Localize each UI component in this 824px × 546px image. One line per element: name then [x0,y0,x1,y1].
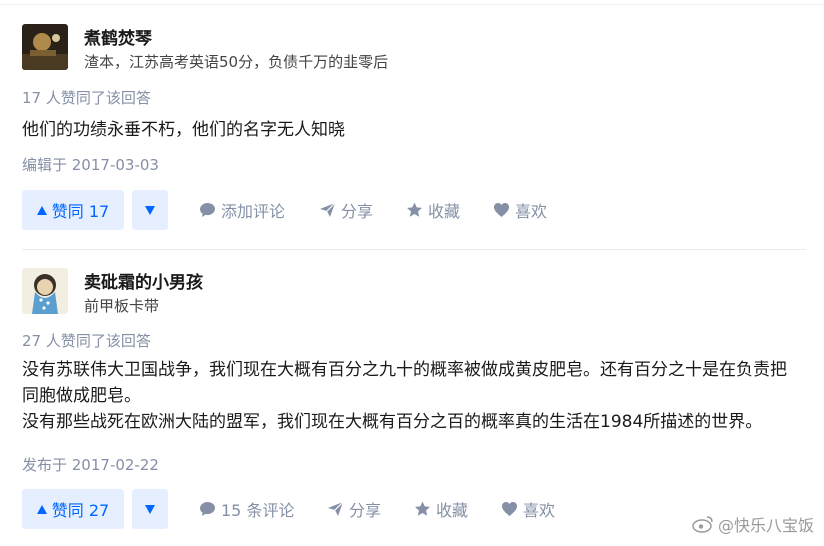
star-icon [406,202,423,218]
like-button[interactable]: 喜欢 [501,489,555,529]
author-name[interactable]: 卖砒霜的小男孩 [84,268,203,293]
heart-icon [501,501,518,517]
share-label: 分享 [341,202,374,221]
avatar[interactable] [22,24,68,70]
like-label: 喜欢 [515,202,548,221]
author-info: 煮鹤焚琴 渣本，江苏高考英语50分，负债千万的韭零后 [22,24,522,72]
share-button[interactable]: 分享 [319,190,373,230]
answer-content: 他们的功绩永垂不朽，他们的名字无人知晓 [22,117,802,143]
vote-down-button[interactable] [132,190,168,230]
share-button[interactable]: 分享 [327,489,381,529]
vote-down-button[interactable] [132,489,168,529]
paper-plane-icon [327,501,344,517]
watermark-text: @快乐八宝饭 [717,516,814,535]
vote-up-label: 赞同 17 [51,202,110,221]
answer-date[interactable]: 编辑于 2017-03-03 [22,154,159,175]
content-paragraph: 没有苏联伟大卫国战争，我们现在大概有百分之九十的概率被做成黄皮肥皂。还有百分之十… [22,360,787,406]
vote-up-button[interactable]: 赞同 27 [22,489,124,529]
vote-up-label: 赞同 27 [51,501,110,520]
weibo-icon [692,515,714,533]
watermark: @快乐八宝饭 [692,512,814,536]
author-name[interactable]: 煮鹤焚琴 [84,24,152,49]
heart-icon [493,202,510,218]
author-bio: 前甲板卡带 [84,297,160,315]
like-label: 喜欢 [523,501,556,520]
content-paragraph: 没有那些战死在欧洲大陆的盟军，我们现在大概有百分之百的概率真的生活在1984所描… [22,412,763,432]
share-label: 分享 [349,501,382,520]
collect-button[interactable]: 收藏 [414,489,468,529]
collect-label: 收藏 [428,202,461,221]
content-paragraph: 他们的功绩永垂不朽，他们的名字无人知晓 [22,120,345,140]
comment-button[interactable]: 添加评论 [199,190,285,230]
like-button[interactable]: 喜欢 [493,190,547,230]
author-info: 卖砒霜的小男孩 前甲板卡带 [22,268,522,316]
comment-button[interactable]: 15 条评论 [199,489,294,529]
collect-label: 收藏 [436,501,469,520]
vote-count-text[interactable]: 17 人赞同了该回答 [22,87,151,108]
avatar[interactable] [22,268,68,314]
triangle-up-icon [36,504,47,514]
answer-divider [22,249,806,250]
comment-icon [199,501,216,517]
action-bar: 赞同 17 添加评论 分享 收藏 喜欢 [22,190,812,230]
star-icon [414,501,431,517]
triangle-down-icon [145,205,155,215]
triangle-up-icon [36,205,47,215]
answer-date[interactable]: 发布于 2017-02-22 [22,454,159,475]
vote-up-button[interactable]: 赞同 17 [22,190,124,230]
collect-button[interactable]: 收藏 [406,190,460,230]
paper-plane-icon [319,202,336,218]
author-bio: 渣本，江苏高考英语50分，负债千万的韭零后 [84,53,389,71]
answer-content: 没有苏联伟大卫国战争，我们现在大概有百分之九十的概率被做成黄皮肥皂。还有百分之十… [22,357,802,435]
triangle-down-icon [145,504,155,514]
comment-label: 15 条评论 [221,501,295,520]
comment-icon [199,202,216,218]
top-divider [0,4,824,5]
comment-label: 添加评论 [221,202,286,221]
vote-count-text[interactable]: 27 人赞同了该回答 [22,330,151,351]
